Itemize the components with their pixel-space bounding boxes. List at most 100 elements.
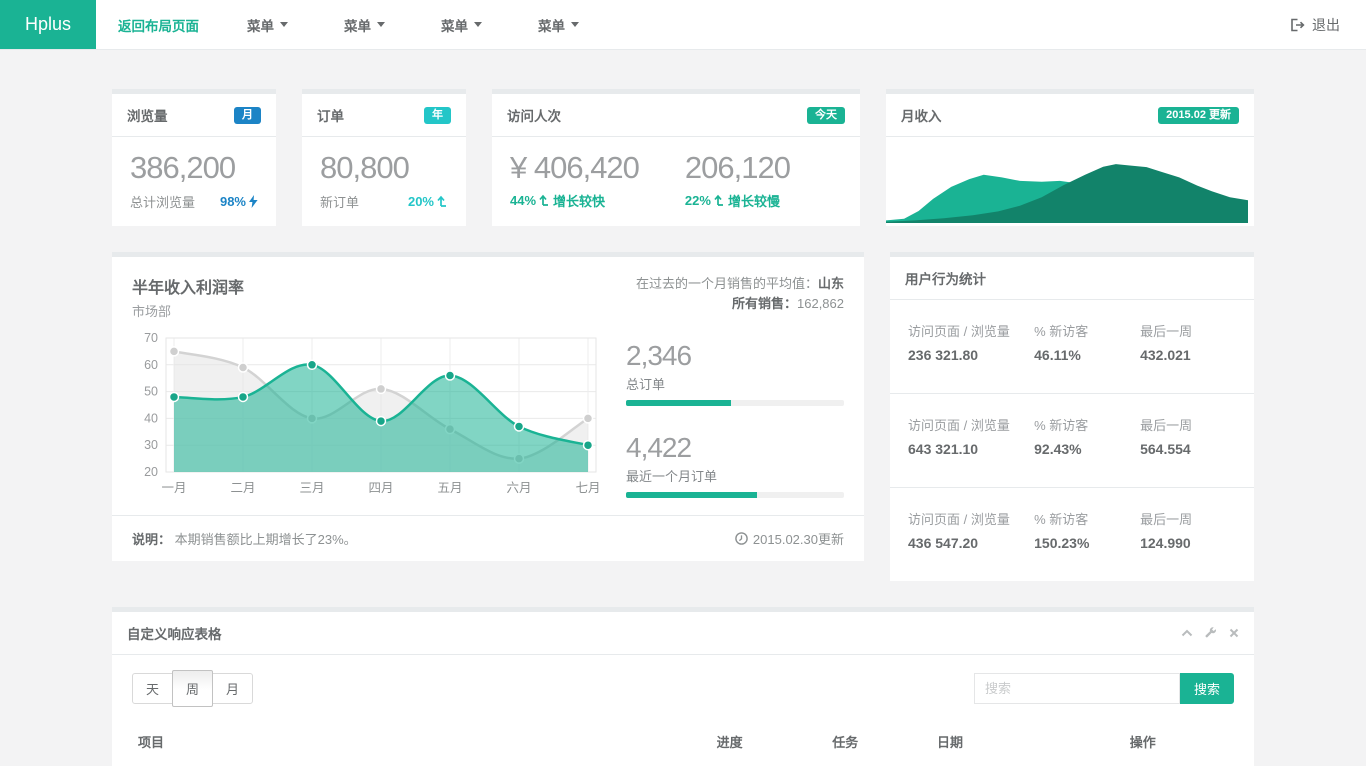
close-button[interactable]	[1229, 628, 1239, 638]
logout-button[interactable]: 退出	[1264, 0, 1366, 49]
avg-value: 山东	[818, 276, 844, 291]
close-icon	[1229, 628, 1239, 638]
monthly-income-area-chart	[886, 137, 1248, 223]
last-week-value: 564.554	[1140, 441, 1236, 457]
svg-text:20: 20	[144, 465, 158, 479]
menu-label: 菜单	[538, 15, 565, 35]
chart-title: 半年收入利润率	[132, 274, 604, 298]
caret-down-icon	[280, 22, 288, 27]
chart-column: 半年收入利润率 市场部 706050403020一月二月三月四月五月六月七月	[132, 274, 604, 507]
table-card-title: 自定义响应表格	[127, 623, 222, 643]
footer-text: 本期销售额比上期增长了23%。	[175, 532, 357, 547]
period-badge: 今天	[807, 107, 845, 124]
pv-value: 236 321.80	[908, 347, 1034, 363]
stat-label: 总计浏览量	[130, 192, 195, 211]
pv-label: 访问页面 / 浏览量	[908, 510, 1034, 530]
new-visitors-label: % 新访客	[1034, 416, 1140, 436]
range-button-day[interactable]: 天	[132, 673, 173, 704]
menu-dropdown-2[interactable]: 菜单	[316, 0, 413, 49]
user-behavior-card: 用户行为统计 访问页面 / 浏览量236 321.80 % 新访客46.11% …	[890, 252, 1254, 581]
new-visitors-label: % 新访客	[1034, 510, 1140, 530]
card-title: 月收入	[901, 105, 942, 125]
chart-side-stats: 在过去的一个月销售的平均值：山东 所有销售：162,862 2,346 总订单 …	[626, 274, 844, 507]
settings-button[interactable]	[1205, 627, 1217, 639]
wrench-icon	[1205, 627, 1217, 639]
sign-out-icon	[1290, 18, 1305, 32]
svg-text:30: 30	[144, 438, 158, 452]
orders-card: 订单 年 80,800 新订单 20%	[302, 89, 466, 226]
level-up-icon	[437, 195, 448, 207]
growth-note: 增长较慢	[728, 191, 780, 210]
svg-text:六月: 六月	[506, 481, 531, 495]
pv-value: 436 547.20	[908, 535, 1034, 551]
orders-value: 80,800	[320, 150, 448, 186]
menu-dropdown-1[interactable]: 菜单	[219, 0, 316, 49]
column-header-project: 项目	[132, 723, 711, 760]
svg-text:三月: 三月	[299, 481, 324, 495]
caret-down-icon	[474, 22, 482, 27]
column-header-progress: 进度	[711, 723, 827, 760]
card-title: 访问人次	[507, 105, 561, 125]
new-visitors-label: % 新访客	[1034, 322, 1140, 342]
caret-down-icon	[571, 22, 579, 27]
new-visitors-value: 46.11%	[1034, 347, 1140, 363]
search-input[interactable]	[974, 673, 1180, 704]
card-title: 订单	[317, 105, 344, 125]
column-header-task: 任务	[826, 723, 931, 760]
month-orders-stat: 4,422 最近一个月订单	[626, 432, 844, 498]
month-orders-value: 4,422	[626, 432, 844, 464]
visits-col-count: 206,120 22% 增长较慢	[685, 150, 790, 210]
collapse-button[interactable]	[1181, 629, 1193, 637]
svg-text:五月: 五月	[437, 481, 462, 495]
avg-label: 在过去的一个月销售的平均值：	[636, 276, 818, 291]
visits-card: 访问人次 今天 ¥ 406,420 44% 增长较快 206,120 22%	[492, 89, 860, 226]
projects-table: 项目 进度 任务 日期 操作	[132, 723, 1234, 760]
level-up-icon	[714, 194, 725, 206]
svg-text:四月: 四月	[368, 481, 393, 495]
update-badge: 2015.02 更新	[1158, 107, 1239, 124]
menu-dropdown-3[interactable]: 菜单	[413, 0, 510, 49]
card-title: 浏览量	[127, 105, 168, 125]
pv-label: 访问页面 / 浏览量	[908, 416, 1034, 436]
menu-label: 菜单	[247, 15, 274, 35]
panel-title: 用户行为统计	[905, 268, 986, 288]
pageviews-value: 386,200	[130, 150, 258, 186]
total-orders-label: 总订单	[626, 374, 844, 393]
last-week-value: 432.021	[1140, 347, 1236, 363]
period-badge: 年	[424, 107, 451, 124]
user-stat-row: 访问页面 / 浏览量236 321.80 % 新访客46.11% 最后一周432…	[890, 300, 1254, 393]
updated-text: 2015.02.30更新	[753, 529, 844, 548]
ibox-tools	[1181, 627, 1239, 639]
svg-text:60: 60	[144, 357, 158, 371]
caret-down-icon	[377, 22, 385, 27]
growth-note: 增长较快	[553, 191, 605, 210]
top-navbar: Hplus 返回布局页面 菜单 菜单 菜单 菜单 退出	[0, 0, 1366, 50]
revenue-value: ¥ 406,420	[510, 150, 639, 186]
percent-value: 22%	[685, 193, 711, 208]
column-header-actions: 操作	[1124, 723, 1234, 760]
range-button-month[interactable]: 月	[212, 673, 253, 704]
progress-bar	[626, 492, 844, 498]
menu-dropdown-4[interactable]: 菜单	[510, 0, 607, 49]
total-orders-stat: 2,346 总订单	[626, 340, 844, 406]
chart-footer: 说明： 本期销售额比上期增长了23%。 2015.02.30更新	[112, 515, 864, 561]
new-visitors-value: 150.23%	[1034, 535, 1140, 551]
search-button[interactable]: 搜索	[1180, 673, 1234, 704]
chart-subtitle: 市场部	[132, 301, 604, 320]
menu-label: 菜单	[441, 15, 468, 35]
new-visitors-value: 92.43%	[1034, 441, 1140, 457]
stat-label: 新订单	[320, 192, 359, 211]
period-badge: 月	[234, 107, 261, 124]
back-to-layout-link[interactable]: 返回布局页面	[118, 0, 219, 49]
svg-text:50: 50	[144, 384, 158, 398]
user-stat-row: 访问页面 / 浏览量643 321.10 % 新访客92.43% 最后一周564…	[890, 393, 1254, 487]
visits-value: 206,120	[685, 150, 790, 186]
footer-label: 说明：	[132, 532, 171, 547]
visits-col-revenue: ¥ 406,420 44% 增长较快	[510, 150, 639, 210]
percent-value: 98%	[220, 194, 246, 209]
brand-logo[interactable]: Hplus	[0, 0, 96, 49]
user-stat-row: 访问页面 / 浏览量436 547.20 % 新访客150.23% 最后一周12…	[890, 487, 1254, 581]
range-button-week[interactable]: 周	[172, 670, 213, 707]
svg-text:40: 40	[144, 411, 158, 425]
svg-text:70: 70	[144, 331, 158, 345]
